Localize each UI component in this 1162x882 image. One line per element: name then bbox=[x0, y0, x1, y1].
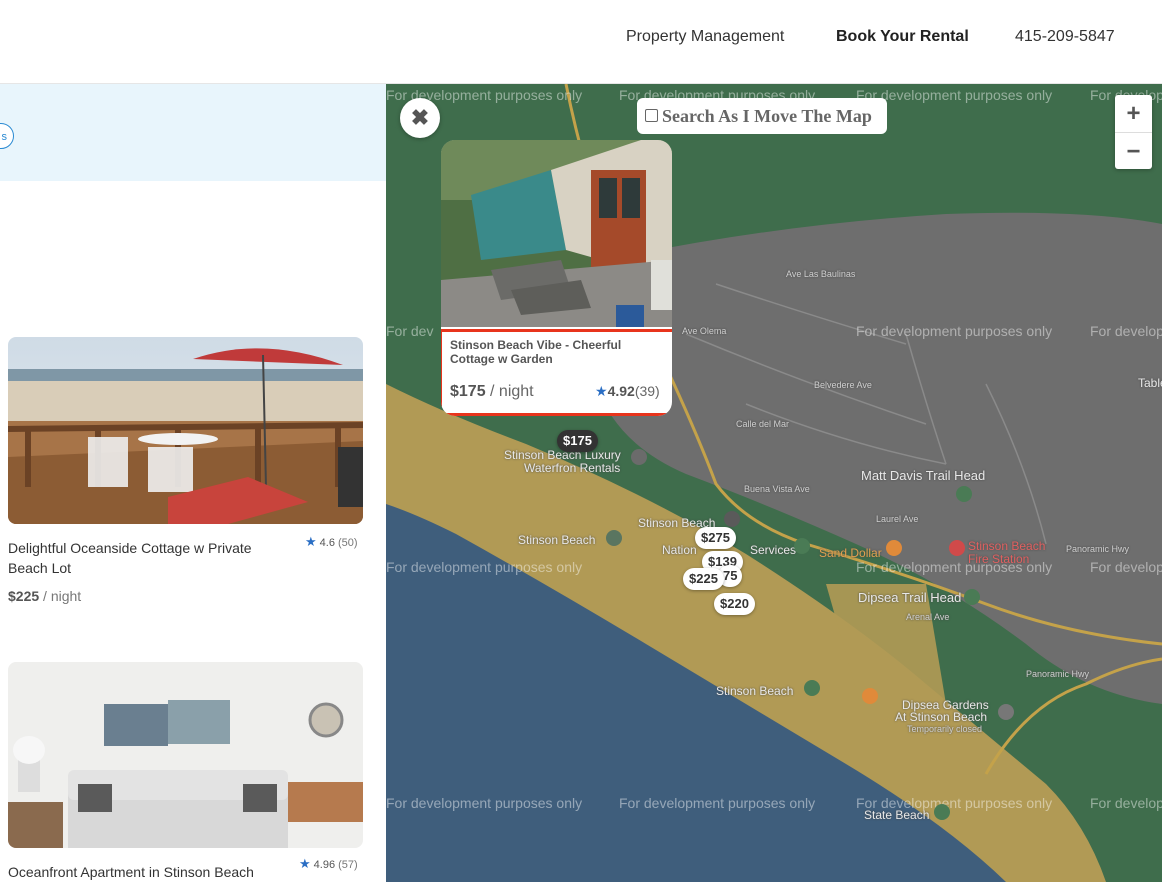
map-label: Sand Dollar bbox=[819, 546, 882, 560]
beach-deck-photo bbox=[8, 337, 363, 524]
star-icon: ★ bbox=[299, 856, 311, 871]
listing-rating: ★ 4.6 (50) bbox=[305, 534, 358, 549]
popup-title[interactable]: Stinson Beach Vibe - Cheerful Cottage w … bbox=[450, 338, 655, 366]
dev-watermark: For develop bbox=[1090, 795, 1162, 811]
listing-title[interactable]: Oceanfront Apartment in Stinson Beach bbox=[8, 862, 283, 882]
map-label: Services bbox=[750, 543, 797, 557]
map-label: Dipsea Trail Head bbox=[858, 590, 962, 605]
map-label: Stinson Beach bbox=[518, 533, 596, 547]
nav-book-rental[interactable]: Book Your Rental bbox=[836, 28, 969, 46]
dev-watermark: For development purposes only bbox=[619, 795, 816, 811]
zoom-control: + − bbox=[1115, 95, 1152, 169]
map-label: At Stinson Beach bbox=[895, 710, 988, 724]
star-icon: ★ bbox=[305, 534, 317, 549]
checkbox-icon[interactable] bbox=[645, 109, 658, 123]
street-label: Ave Las Baulinas bbox=[786, 269, 856, 279]
filter-pill[interactable]: s bbox=[0, 123, 14, 149]
dev-watermark: For development purposes only bbox=[856, 323, 1053, 339]
cottage-photo bbox=[441, 140, 672, 327]
price-marker[interactable]: $225 bbox=[683, 568, 724, 590]
dev-watermark: For development purposes only bbox=[386, 795, 583, 811]
pin-icon bbox=[724, 511, 740, 527]
dev-watermark: For dev bbox=[386, 323, 434, 339]
search-as-move-toggle[interactable]: Search As I Move The Map bbox=[637, 98, 887, 134]
top-nav: Property Management Book Your Rental 415… bbox=[0, 0, 1162, 84]
trailhead-icon bbox=[956, 486, 972, 502]
map-label: Waterfron Rentals bbox=[524, 461, 621, 475]
map-label: Fire Station bbox=[968, 552, 1030, 566]
map-label: Nation bbox=[662, 543, 697, 557]
listing-image[interactable] bbox=[8, 337, 363, 524]
park-icon bbox=[804, 680, 820, 696]
map-label: Temporarily closed bbox=[907, 724, 983, 734]
popup-info[interactable]: Stinson Beach Vibe - Cheerful Cottage w … bbox=[441, 329, 672, 416]
popup-rating: ★4.92(39) bbox=[595, 383, 660, 399]
park-icon bbox=[794, 538, 810, 554]
street-label: Panoramic Hwy bbox=[1066, 544, 1130, 554]
street-label: Belvedere Ave bbox=[814, 380, 872, 390]
fire-station-icon bbox=[949, 540, 965, 556]
price-marker[interactable]: $220 bbox=[714, 593, 755, 615]
street-label: Buena Vista Ave bbox=[744, 484, 810, 494]
street-label: Arenal Ave bbox=[906, 612, 950, 622]
map[interactable]: For development purposes only For develo… bbox=[386, 84, 1162, 882]
map-label: Matt Davis Trail Head bbox=[861, 468, 986, 483]
park-icon bbox=[934, 804, 950, 820]
pin-icon bbox=[998, 704, 1014, 720]
map-label: Stinson Beach bbox=[716, 684, 794, 698]
restaurant-icon bbox=[862, 688, 878, 704]
nav-property-management[interactable]: Property Management bbox=[626, 28, 784, 46]
street-label: Ave Olema bbox=[682, 326, 727, 336]
trailhead-icon bbox=[964, 589, 980, 605]
zoom-out-button[interactable]: − bbox=[1115, 133, 1152, 170]
street-label: Laurel Ave bbox=[876, 514, 919, 524]
search-as-move-label: Search As I Move The Map bbox=[662, 106, 872, 126]
restaurant-icon bbox=[886, 540, 902, 556]
listing-title[interactable]: Delightful Oceanside Cottage w Private B… bbox=[8, 538, 283, 578]
park-icon bbox=[606, 530, 622, 546]
map-label: State Beach bbox=[864, 808, 930, 822]
dev-watermark: For develop bbox=[1090, 323, 1162, 339]
nav-phone[interactable]: 415-209-5847 bbox=[1015, 28, 1115, 46]
listing-panel: s Delightful Oceanside Cottage w Private… bbox=[0, 84, 386, 882]
dev-watermark: For develop bbox=[1090, 559, 1162, 575]
pin-icon bbox=[631, 449, 647, 465]
map-label: Stinson Beach bbox=[968, 539, 1046, 553]
living-room-photo bbox=[8, 662, 363, 848]
listing-popup[interactable]: Stinson Beach Vibe - Cheerful Cottage w … bbox=[441, 140, 672, 416]
close-map-button[interactable]: ✖ bbox=[400, 98, 440, 138]
listing-rating: ★ 4.96 (57) bbox=[299, 856, 358, 871]
popup-price: $175 / night bbox=[450, 383, 534, 400]
listing-image[interactable] bbox=[8, 662, 363, 848]
price-marker-active[interactable]: $175 bbox=[557, 430, 598, 452]
street-label: Panoramic Hwy bbox=[1026, 669, 1090, 679]
dev-watermark: For development purposes only bbox=[386, 559, 583, 575]
filter-bar: s bbox=[0, 84, 386, 181]
listing-price: $225 / night bbox=[8, 588, 82, 604]
street-label: Calle del Mar bbox=[736, 419, 790, 429]
zoom-in-button[interactable]: + bbox=[1115, 95, 1152, 133]
price-marker[interactable]: $275 bbox=[695, 527, 736, 549]
map-label: Table bbox=[1138, 376, 1162, 390]
star-icon: ★ bbox=[595, 383, 608, 399]
